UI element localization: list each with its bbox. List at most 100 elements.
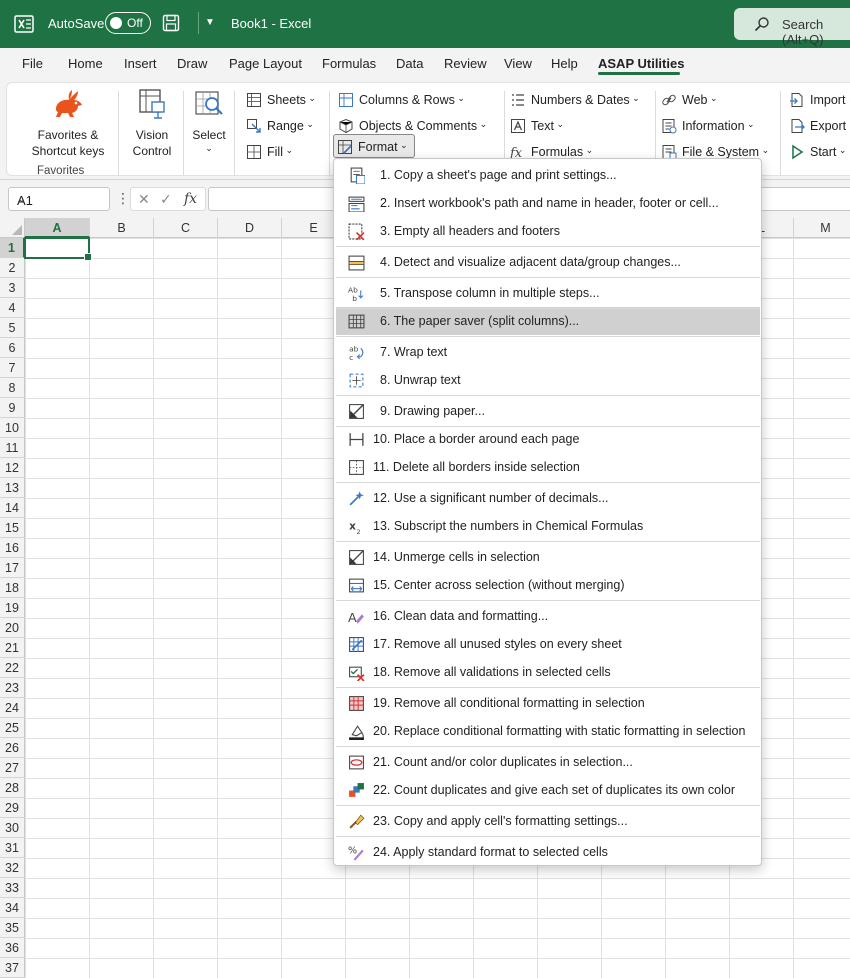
row-header-20[interactable]: 20	[0, 618, 25, 638]
favorites-button[interactable]: Favorites & Shortcut keys	[19, 87, 117, 159]
select-icon	[195, 91, 223, 115]
tab-page-layout[interactable]: Page Layout	[229, 56, 302, 71]
tab-review[interactable]: Review	[444, 56, 487, 71]
menu-item-17[interactable]: 17. Remove all unused styles on every sh…	[336, 630, 760, 658]
row-header-11[interactable]: 11	[0, 438, 25, 458]
more-options-icon[interactable]: ⋮	[116, 190, 130, 207]
row-header-25[interactable]: 25	[0, 718, 25, 738]
row-header-1[interactable]: 1	[0, 238, 25, 258]
cancel-icon[interactable]: ✕	[138, 191, 150, 208]
tab-insert[interactable]: Insert	[124, 56, 157, 71]
row-header-2[interactable]: 2	[0, 258, 25, 278]
menu-item-10[interactable]: 10. Place a border around each page	[336, 425, 760, 453]
row-header-4[interactable]: 4	[0, 298, 25, 318]
column-header-a[interactable]: A	[25, 218, 90, 238]
row-header-16[interactable]: 16	[0, 538, 25, 558]
row-header-12[interactable]: 12	[0, 458, 25, 478]
menu-item-2[interactable]: 2. Insert workbook's path and name in he…	[336, 189, 760, 217]
row-header-9[interactable]: 9	[0, 398, 25, 418]
menu-item-23[interactable]: 23. Copy and apply cell's formatting set…	[336, 807, 760, 835]
autosave-toggle[interactable]: Off	[105, 12, 151, 34]
svg-text:c: c	[349, 353, 353, 361]
row-header-6[interactable]: 6	[0, 338, 25, 358]
menu-item-20[interactable]: 20. Replace conditional formatting with …	[336, 717, 760, 745]
column-header-m[interactable]: M	[794, 218, 850, 238]
tab-home[interactable]: Home	[68, 56, 103, 71]
menu-item-8[interactable]: 8. Unwrap text	[336, 366, 760, 394]
menu-item-5[interactable]: Ab b 5. Transpose column in multiple steps…	[336, 279, 760, 307]
check-icon[interactable]: ✓	[160, 191, 172, 208]
menu-item-4[interactable]: 4. Detect and visualize adjacent data/gr…	[336, 248, 760, 276]
row-header-10[interactable]: 10	[0, 418, 25, 438]
row-header-29[interactable]: 29	[0, 798, 25, 818]
row-header-34[interactable]: 34	[0, 898, 25, 918]
menu-item-6[interactable]: 6. The paper saver (split columns)...	[336, 307, 760, 335]
menu-item-24[interactable]: % 24. Apply standard format to selected c…	[336, 838, 760, 866]
row-header-22[interactable]: 22	[0, 658, 25, 678]
tab-asap-utilities[interactable]: ASAP Utilities	[598, 56, 684, 71]
menu-separator	[336, 600, 760, 601]
menu-item-1[interactable]: 1. Copy a sheet's page and print setting…	[336, 161, 760, 189]
menu-item-14[interactable]: 14. Unmerge cells in selection	[336, 543, 760, 571]
menu-item-15[interactable]: 15. Center across selection (without mer…	[336, 571, 760, 599]
menu-item-3[interactable]: 3. Empty all headers and footers	[336, 217, 760, 245]
select-all-corner[interactable]	[0, 218, 25, 238]
menu-item-21[interactable]: 21. Count and/or color duplicates in sel…	[336, 748, 760, 776]
customize-qat-icon[interactable]: ▼	[205, 17, 215, 28]
titlebar-divider	[198, 12, 199, 34]
row-header-24[interactable]: 24	[0, 698, 25, 718]
row-header-35[interactable]: 35	[0, 918, 25, 938]
column-header-d[interactable]: D	[218, 218, 282, 238]
tab-formulas[interactable]: Formulas	[322, 56, 376, 71]
name-box[interactable]: A1 ⌄	[8, 187, 110, 211]
row-header-5[interactable]: 5	[0, 318, 25, 338]
row-header-13[interactable]: 13	[0, 478, 25, 498]
menu-item-22[interactable]: 22. Count duplicates and give each set o…	[336, 776, 760, 804]
row-header-7[interactable]: 7	[0, 358, 25, 378]
tab-file[interactable]: File	[22, 56, 43, 71]
menu-item-11[interactable]: 11. Delete all borders inside selection	[336, 453, 760, 481]
select-button[interactable]: Select ⌄	[185, 87, 233, 153]
row-header-26[interactable]: 26	[0, 738, 25, 758]
row-header-37[interactable]: 37	[0, 958, 25, 978]
active-cell[interactable]	[24, 237, 92, 261]
tab-view[interactable]: View	[504, 56, 532, 71]
menu-item-9[interactable]: 9. Drawing paper...	[336, 397, 760, 425]
row-header-31[interactable]: 31	[0, 838, 25, 858]
row-header-8[interactable]: 8	[0, 378, 25, 398]
count-duplicates-icon	[349, 755, 364, 770]
import-label: Import	[810, 89, 850, 112]
select-label: Select	[192, 128, 226, 142]
row-header-21[interactable]: 21	[0, 638, 25, 658]
row-header-17[interactable]: 17	[0, 558, 25, 578]
vision-control-button[interactable]: Vision Control	[121, 87, 183, 159]
menu-item-13[interactable]: x 2 13. Subscript the numbers in Chemical …	[336, 512, 760, 540]
row-header-18[interactable]: 18	[0, 578, 25, 598]
row-header-14[interactable]: 14	[0, 498, 25, 518]
tab-draw[interactable]: Draw	[177, 56, 207, 71]
row-header-23[interactable]: 23	[0, 678, 25, 698]
decimals-wand-icon	[349, 491, 364, 506]
row-header-32[interactable]: 32	[0, 858, 25, 878]
save-icon[interactable]	[162, 14, 180, 32]
menu-item-12[interactable]: 12. Use a significant number of decimals…	[336, 484, 760, 512]
tab-help[interactable]: Help	[551, 56, 578, 71]
row-header-30[interactable]: 30	[0, 818, 25, 838]
row-header-27[interactable]: 27	[0, 758, 25, 778]
row-header-15[interactable]: 15	[0, 518, 25, 538]
column-header-c[interactable]: C	[154, 218, 218, 238]
row-header-36[interactable]: 36	[0, 938, 25, 958]
insert-function-icon[interactable]: fx	[184, 191, 197, 207]
row-header-33[interactable]: 33	[0, 878, 25, 898]
svg-text:2: 2	[357, 528, 361, 535]
menu-item-18[interactable]: 18. Remove all validations in selected c…	[336, 658, 760, 686]
search-box[interactable]: Search (Alt+Q)	[734, 8, 850, 47]
row-header-19[interactable]: 19	[0, 598, 25, 618]
row-header-28[interactable]: 28	[0, 778, 25, 798]
row-header-3[interactable]: 3	[0, 278, 25, 298]
menu-item-16[interactable]: A 16. Clean data and formatting...	[336, 602, 760, 630]
tab-data[interactable]: Data	[396, 56, 423, 71]
menu-item-19[interactable]: 19. Remove all conditional formatting in…	[336, 689, 760, 717]
column-header-b[interactable]: B	[90, 218, 154, 238]
menu-item-7[interactable]: ab c 7. Wrap text	[336, 338, 760, 366]
